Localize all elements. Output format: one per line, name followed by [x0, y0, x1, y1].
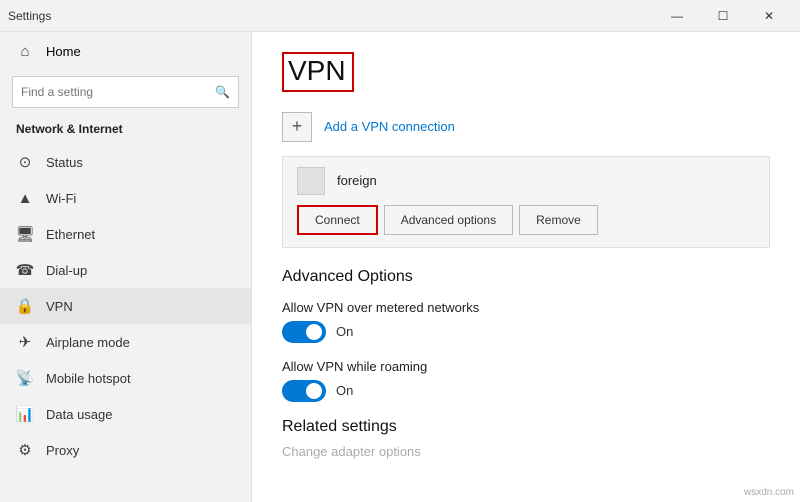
sidebar: ⌂ Home 🔍 Network & Internet ⊙ Status ▲ W… — [0, 32, 252, 502]
sidebar-item-label-ethernet: Ethernet — [46, 227, 95, 242]
advanced-options-heading: Advanced Options — [282, 268, 770, 286]
search-input[interactable] — [21, 85, 215, 99]
sidebar-item-label-status: Status — [46, 155, 83, 170]
toggle-metered-state: On — [336, 324, 353, 339]
maximize-button[interactable]: ☐ — [700, 0, 746, 32]
page-title: VPN — [282, 52, 354, 92]
sidebar-item-datausage[interactable]: 📊 Data usage — [0, 396, 251, 432]
related-settings-section: Related settings Change adapter options — [282, 418, 770, 459]
sidebar-item-wifi[interactable]: ▲ Wi-Fi — [0, 180, 251, 216]
add-vpn-row[interactable]: + Add a VPN connection — [282, 112, 770, 142]
search-icon: 🔍 — [215, 85, 230, 99]
wifi-icon: ▲ — [16, 189, 34, 207]
toggle-row-roaming: On — [282, 380, 770, 402]
related-settings-heading: Related settings — [282, 418, 770, 436]
add-vpn-label: Add a VPN connection — [324, 119, 455, 134]
option-roaming: Allow VPN while roaming On — [282, 359, 770, 402]
sidebar-section-label: Network & Internet — [0, 118, 251, 144]
sidebar-item-status[interactable]: ⊙ Status — [0, 144, 251, 180]
close-button[interactable]: ✕ — [746, 0, 792, 32]
title-bar-controls: — ☐ ✕ — [654, 0, 792, 32]
connect-button[interactable]: Connect — [297, 205, 378, 235]
vpn-entry-icon — [297, 167, 325, 195]
toggle-roaming[interactable] — [282, 380, 326, 402]
vpn-actions: Connect Advanced options Remove — [297, 205, 755, 235]
sidebar-item-ethernet[interactable]: 🖥 Ethernet — [0, 216, 251, 252]
hotspot-icon: 📡 — [16, 369, 34, 387]
search-box: 🔍 — [12, 76, 239, 108]
vpn-icon: 🔒 — [16, 297, 34, 315]
vpn-card-header: foreign — [297, 167, 755, 195]
datausage-icon: 📊 — [16, 405, 34, 423]
advanced-options-button[interactable]: Advanced options — [384, 205, 513, 235]
toggle-metered[interactable] — [282, 321, 326, 343]
proxy-icon: ⚙ — [16, 441, 34, 459]
sidebar-item-dialup[interactable]: ☎ Dial-up — [0, 252, 251, 288]
content-area: VPN + Add a VPN connection foreign Conne… — [252, 32, 800, 502]
sidebar-item-label-dialup: Dial-up — [46, 263, 87, 278]
title-bar-title: Settings — [8, 9, 654, 23]
option-metered-label: Allow VPN over metered networks — [282, 300, 770, 315]
main-layout: ⌂ Home 🔍 Network & Internet ⊙ Status ▲ W… — [0, 32, 800, 502]
sidebar-item-label-wifi: Wi-Fi — [46, 191, 76, 206]
toggle-row-metered: On — [282, 321, 770, 343]
sidebar-item-label-airplane: Airplane mode — [46, 335, 130, 350]
advanced-options-section: Advanced Options Allow VPN over metered … — [282, 268, 770, 402]
option-metered: Allow VPN over metered networks On — [282, 300, 770, 343]
sidebar-item-airplane[interactable]: ✈ Airplane mode — [0, 324, 251, 360]
sidebar-item-hotspot[interactable]: 📡 Mobile hotspot — [0, 360, 251, 396]
remove-button[interactable]: Remove — [519, 205, 598, 235]
toggle-roaming-state: On — [336, 383, 353, 398]
home-icon: ⌂ — [16, 42, 34, 60]
vpn-card: foreign Connect Advanced options Remove — [282, 156, 770, 248]
sidebar-item-label-vpn: VPN — [46, 299, 73, 314]
sidebar-item-home[interactable]: ⌂ Home — [0, 32, 251, 70]
dialup-icon: ☎ — [16, 261, 34, 279]
minimize-button[interactable]: — — [654, 0, 700, 32]
sidebar-item-label-hotspot: Mobile hotspot — [46, 371, 131, 386]
sidebar-home-label: Home — [46, 44, 81, 59]
sidebar-item-label-datausage: Data usage — [46, 407, 113, 422]
sidebar-item-vpn[interactable]: 🔒 VPN — [0, 288, 251, 324]
sidebar-item-proxy[interactable]: ⚙ Proxy — [0, 432, 251, 468]
ethernet-icon: 🖥 — [16, 225, 34, 243]
airplane-icon: ✈ — [16, 333, 34, 351]
add-vpn-icon: + — [282, 112, 312, 142]
vpn-entry-name: foreign — [337, 173, 377, 188]
sidebar-item-label-proxy: Proxy — [46, 443, 79, 458]
option-roaming-label: Allow VPN while roaming — [282, 359, 770, 374]
watermark: wsxdn.com — [744, 487, 794, 498]
title-bar: Settings — ☐ ✕ — [0, 0, 800, 32]
change-adapter-link[interactable]: Change adapter options — [282, 444, 421, 459]
status-icon: ⊙ — [16, 153, 34, 171]
